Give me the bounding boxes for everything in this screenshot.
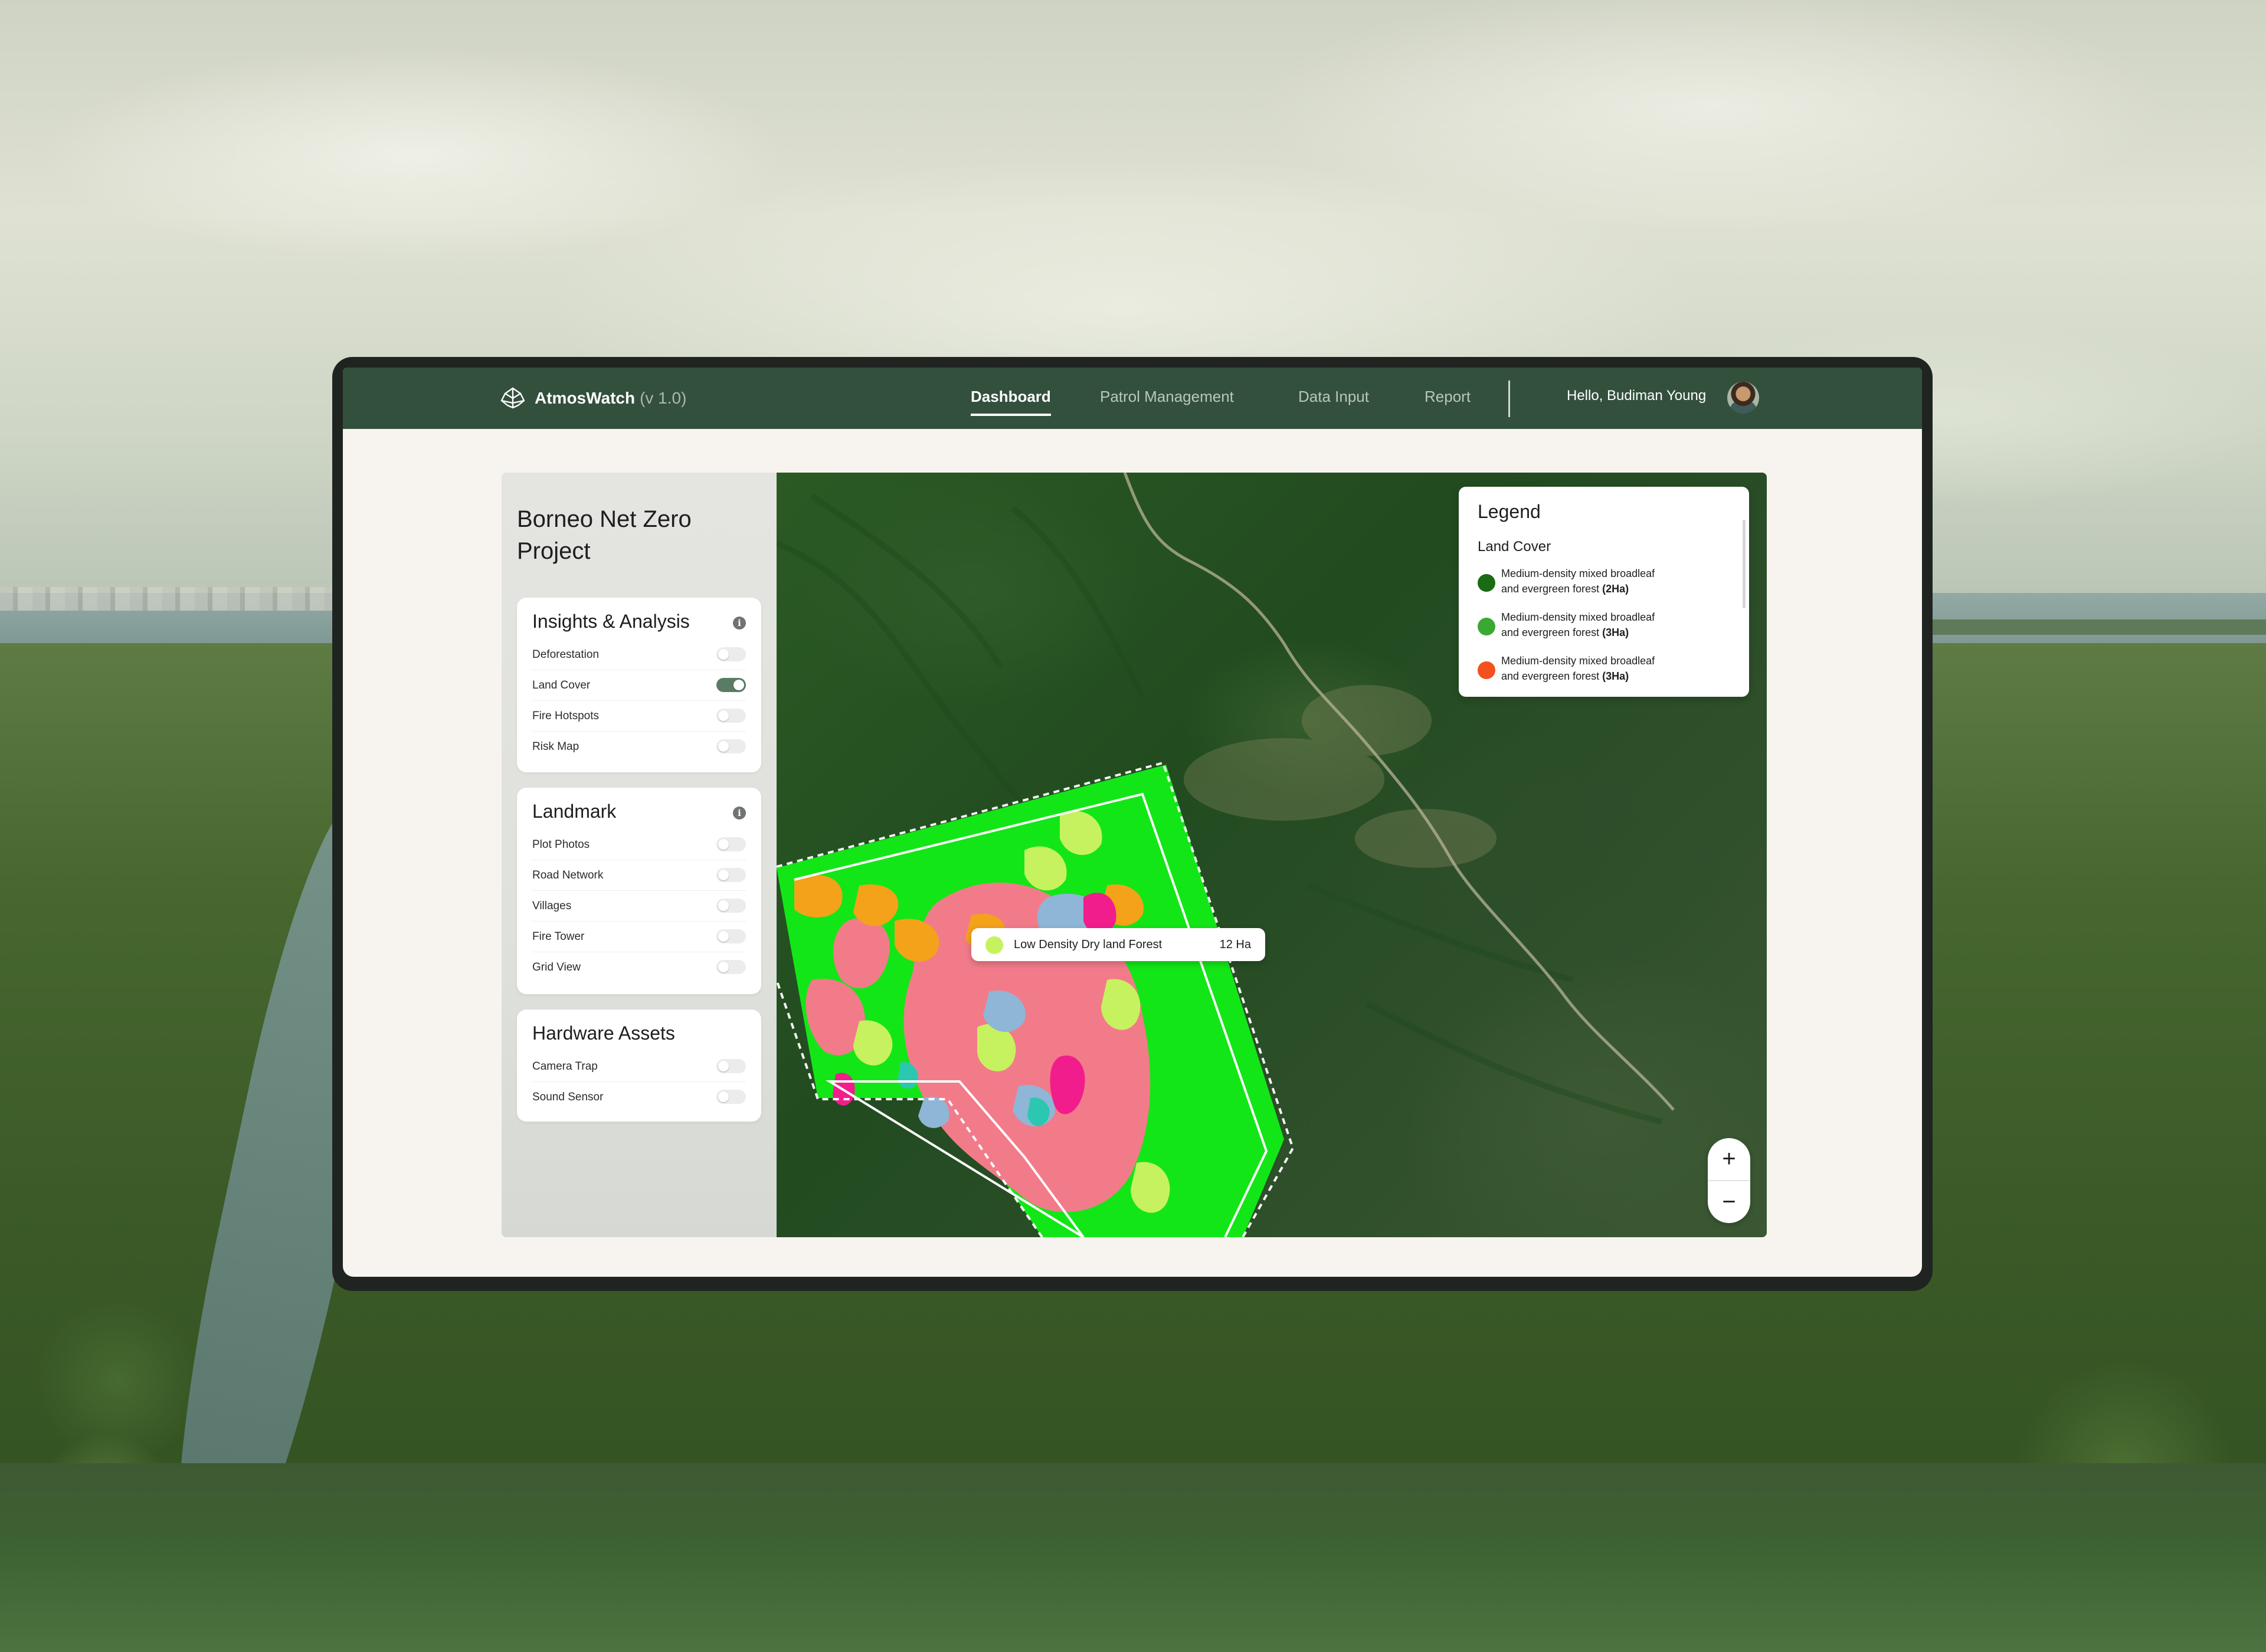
nav-label: Report (1425, 388, 1471, 405)
legend-line1: Medium-density mixed broadleaf (1501, 655, 1655, 667)
layer-row-camera-trap: Camera Trap (532, 1051, 746, 1082)
toggle-land-cover[interactable] (716, 678, 746, 692)
toggle-villages[interactable] (716, 899, 746, 913)
layer-row-land-cover: Land Cover (532, 670, 746, 701)
legend-swatch (1478, 661, 1495, 679)
tooltip-value: 12 Ha (1219, 938, 1251, 951)
legend-line1: Medium-density mixed broadleaf (1501, 611, 1655, 623)
layer-label: Risk Map (532, 740, 579, 753)
legend-line2: and evergreen forest (1501, 627, 1600, 638)
brand[interactable]: AtmosWatch (v 1.0) (499, 386, 686, 410)
app-screen: AtmosWatch (v 1.0) Dashboard Patrol Manag… (343, 368, 1922, 1277)
legend-item: Medium-density mixed broadleaf and everg… (1478, 609, 1714, 643)
toggle-plot-photos[interactable] (716, 837, 746, 851)
tooltip-label: Low Density Dry land Forest (1014, 938, 1163, 951)
project-title: Borneo Net Zero Project (517, 506, 692, 564)
toggle-sound-sensor[interactable] (716, 1090, 746, 1104)
layer-label: Grid View (532, 961, 581, 974)
toggle-road-network[interactable] (716, 868, 746, 882)
zoom-out-button[interactable]: − (1708, 1181, 1750, 1223)
nav-label: Patrol Management (1100, 388, 1234, 405)
nav-label: Data Input (1298, 388, 1369, 405)
area-tooltip: Low Density Dry land Forest 12 Ha (971, 928, 1265, 961)
layer-label: Sound Sensor (532, 1091, 604, 1103)
layer-label: Plot Photos (532, 838, 590, 851)
layer-row-sound-sensor: Sound Sensor (532, 1081, 746, 1112)
layer-row-fire-hotspots: Fire Hotspots (532, 700, 746, 732)
layer-row-deforestation: Deforestation (532, 639, 746, 670)
nav-data-input[interactable]: Data Input (1298, 388, 1369, 406)
toggle-fire-hotspots[interactable] (716, 709, 746, 723)
toggle-risk-map[interactable] (716, 739, 746, 753)
lagoon (0, 1463, 2266, 1652)
layer-label: Road Network (532, 869, 604, 881)
legend-swatch (1478, 574, 1495, 592)
user-greeting: Hello, Budiman Young (1567, 388, 1707, 404)
legend-title: Legend (1478, 501, 1541, 522)
layer-label: Villages (532, 900, 572, 912)
layer-label: Land Cover (532, 679, 591, 691)
layer-row-villages: Villages (532, 890, 746, 922)
layer-row-road-network: Road Network (532, 860, 746, 891)
layer-label: Camera Trap (532, 1060, 598, 1073)
layer-sidebar: Borneo Net Zero Project Insights & Analy… (502, 473, 777, 1237)
legend-line2: and evergreen forest (1501, 583, 1600, 595)
map-legend: Legend Land Cover Medium-density mixed b… (1459, 487, 1749, 697)
app-name: AtmosWatch (535, 389, 636, 407)
info-icon[interactable]: i (733, 617, 746, 630)
active-tab-underline (971, 414, 1051, 416)
nav-patrol-management[interactable]: Patrol Management (1100, 388, 1234, 406)
layer-row-fire-tower: Fire Tower (532, 921, 746, 952)
legend-area: (3Ha) (1602, 670, 1629, 682)
nav-label: Dashboard (971, 388, 1051, 405)
zoom-in-button[interactable]: + (1708, 1138, 1750, 1181)
legend-line1: Medium-density mixed broadleaf (1501, 568, 1655, 579)
legend-swatch (1478, 618, 1495, 635)
legend-area: (2Ha) (1602, 583, 1629, 595)
layer-label: Deforestation (532, 648, 600, 661)
toggle-camera-trap[interactable] (716, 1059, 746, 1073)
top-navbar: AtmosWatch (v 1.0) Dashboard Patrol Manag… (343, 368, 1922, 429)
dashboard-main: Borneo Net Zero Project Insights & Analy… (502, 473, 1767, 1237)
info-icon[interactable]: i (733, 807, 746, 820)
far-shore (1930, 620, 2266, 635)
device-frame: AtmosWatch (v 1.0) Dashboard Patrol Manag… (332, 357, 1933, 1291)
layer-row-risk-map: Risk Map (532, 731, 746, 762)
legend-text: Medium-density mixed broadleaf and everg… (1501, 566, 1708, 596)
zoom-control: + − (1708, 1138, 1750, 1223)
panel-title: Hardware Assets (532, 1022, 675, 1044)
tree-leaf-icon (500, 387, 525, 409)
toggle-fire-tower[interactable] (716, 929, 746, 943)
legend-item: Medium-density mixed broadleaf and everg… (1478, 653, 1714, 686)
distant-city (0, 587, 354, 611)
layer-label: Fire Hotspots (532, 710, 599, 722)
satellite-map[interactable]: Legend Land Cover Medium-density mixed b… (777, 473, 1767, 1237)
nav-divider (1508, 381, 1510, 417)
user-avatar[interactable] (1727, 382, 1759, 414)
app-version: (v 1.0) (640, 389, 687, 407)
nav-report[interactable]: Report (1425, 388, 1471, 406)
landmark-panel: Landmark i Plot Photos Road Network Vill… (517, 788, 761, 994)
legend-line2: and evergreen forest (1501, 670, 1600, 682)
legend-text: Medium-density mixed broadleaf and everg… (1501, 653, 1708, 684)
layer-label: Fire Tower (532, 930, 585, 943)
hardware-panel: Hardware Assets Camera Trap Sound Sensor (517, 1009, 761, 1122)
tooltip-swatch (985, 936, 1003, 954)
toggle-grid-view[interactable] (716, 960, 746, 974)
legend-area: (3Ha) (1602, 627, 1629, 638)
legend-scrollbar[interactable] (1743, 520, 1746, 608)
legend-item: Medium-density mixed broadleaf and everg… (1478, 566, 1714, 599)
toggle-deforestation[interactable] (716, 647, 746, 661)
legend-subtitle: Land Cover (1478, 539, 1551, 555)
panel-title: Landmark (532, 801, 617, 822)
layer-row-plot-photos: Plot Photos (532, 829, 746, 860)
insights-panel: Insights & Analysis i Deforestation Land… (517, 598, 761, 772)
panel-title: Insights & Analysis (532, 611, 690, 632)
layer-row-grid-view: Grid View (532, 952, 746, 982)
nav-dashboard[interactable]: Dashboard (971, 388, 1051, 416)
legend-text: Medium-density mixed broadleaf and everg… (1501, 609, 1708, 640)
